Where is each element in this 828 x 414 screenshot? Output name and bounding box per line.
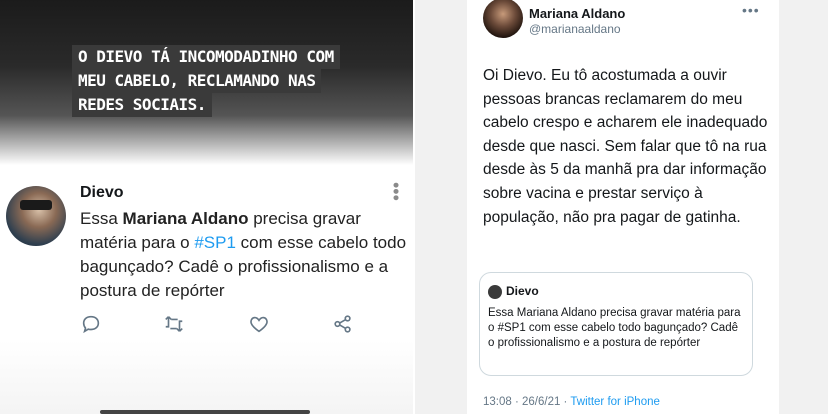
more-options-icon[interactable]: ••• xyxy=(385,182,406,201)
story-caption: O DIEVO TÁ INCOMODADINHO COM MEU CABELO,… xyxy=(72,45,372,117)
avatar[interactable] xyxy=(6,186,66,246)
tweet-timestamp: 13:08 · 26/6/21 · xyxy=(483,396,571,408)
avatar xyxy=(488,285,502,299)
sunglasses-icon xyxy=(20,200,52,210)
tweet-meta: 13:08 · 26/6/21 · Twitter for iPhone xyxy=(483,396,660,408)
fade xyxy=(0,340,413,414)
client-link[interactable]: Twitter for iPhone xyxy=(570,396,659,408)
hashtag-link[interactable]: #SP1 xyxy=(194,233,236,252)
caption-line: MEU CABELO, RECLAMANDO NAS xyxy=(72,69,322,93)
share-icon[interactable] xyxy=(332,313,354,335)
story-panel: O DIEVO TÁ INCOMODADINHO COM MEU CABELO,… xyxy=(0,0,413,414)
tweet-handle[interactable]: @marianaaldano xyxy=(529,22,621,36)
like-icon[interactable] xyxy=(248,313,270,335)
quoted-tweet[interactable]: Dievo Essa Mariana Aldano precisa gravar… xyxy=(479,272,753,376)
reply-icon[interactable] xyxy=(80,313,102,335)
tweet-text: Essa Mariana Aldano precisa gravar matér… xyxy=(80,209,407,300)
mention-link[interactable]: Mariana Aldano xyxy=(123,209,249,228)
avatar[interactable] xyxy=(483,0,523,38)
more-options-icon[interactable]: ••• xyxy=(742,2,760,18)
caption-line: REDES SOCIAIS. xyxy=(72,93,212,117)
tweet-body: Oi Dievo. Eu tô acostumada a ouvir pesso… xyxy=(483,67,768,226)
tweet-card: Mariana Aldano @marianaaldano ••• Oi Die… xyxy=(467,0,779,414)
story-progress-bar xyxy=(100,410,310,414)
quoted-text: Essa Mariana Aldano precisa gravar matér… xyxy=(488,307,741,349)
caption-line: O DIEVO TÁ INCOMODADINHO COM xyxy=(72,45,340,69)
retweet-icon[interactable] xyxy=(163,313,185,335)
tweet-author[interactable]: Mariana Aldano xyxy=(529,6,625,21)
tweet-panel: Mariana Aldano @marianaaldano ••• Oi Die… xyxy=(415,0,828,414)
quoted-author: Dievo xyxy=(506,284,539,298)
tweet-actions xyxy=(80,313,370,337)
tweet-author[interactable]: Dievo xyxy=(80,184,124,202)
